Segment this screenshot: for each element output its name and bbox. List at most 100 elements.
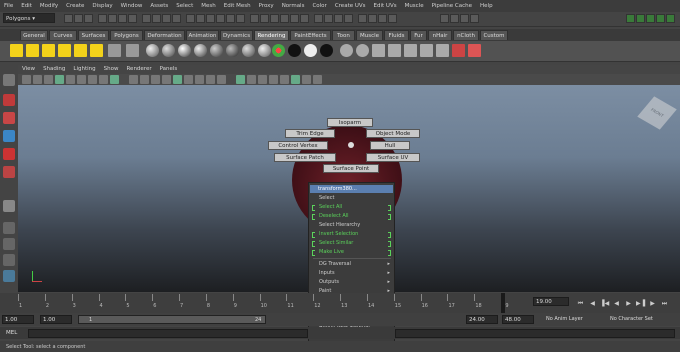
- shader-blinn-icon[interactable]: [146, 44, 159, 57]
- context-item-invert-selection[interactable]: Invert Selection: [319, 231, 358, 237]
- menu-select[interactable]: Select: [172, 0, 197, 9]
- panel-tool-6-icon[interactable]: [88, 75, 97, 84]
- mental-ray-icon[interactable]: [452, 44, 465, 57]
- status-tool-0-icon[interactable]: [64, 14, 73, 23]
- shader-lambert-icon[interactable]: [162, 44, 175, 57]
- menu-pipeline-cache[interactable]: Pipeline Cache: [428, 0, 476, 9]
- current-time-marker[interactable]: [501, 293, 506, 313]
- mm-surface-patch[interactable]: Surface Patch: [274, 153, 336, 162]
- tab-deformation[interactable]: Deformation: [144, 30, 185, 40]
- anim-layer-menu[interactable]: No Anim Layer: [546, 316, 583, 322]
- mm-hull[interactable]: Hull: [370, 141, 410, 150]
- menu-proxy[interactable]: Proxy: [255, 0, 278, 9]
- tab-muscle[interactable]: Muscle: [356, 30, 383, 40]
- start-time-field[interactable]: 1.00: [2, 315, 34, 324]
- status-tool-10-icon[interactable]: [172, 14, 181, 23]
- layout-single-icon[interactable]: [3, 222, 15, 234]
- move-tool-icon[interactable]: [3, 130, 15, 142]
- panel-menu-shading[interactable]: Shading: [39, 65, 69, 72]
- panel-tool-8-icon[interactable]: [110, 75, 119, 84]
- mm-object-mode[interactable]: Object Mode: [366, 129, 420, 138]
- light-point-icon[interactable]: [42, 44, 55, 57]
- mm-surface-point[interactable]: Surface Point: [323, 164, 379, 173]
- panel-tool-17-icon[interactable]: [217, 75, 226, 84]
- status-tool-19-icon[interactable]: [270, 14, 279, 23]
- status-tool-15-icon[interactable]: [226, 14, 235, 23]
- status-tool-27-icon[interactable]: [358, 14, 367, 23]
- lasso-tool-icon[interactable]: [3, 94, 15, 106]
- select-tool-icon[interactable]: [3, 74, 15, 86]
- status-tool-12-icon[interactable]: [196, 14, 205, 23]
- menu-normals[interactable]: Normals: [278, 0, 309, 9]
- tab-ncloth[interactable]: nCloth: [453, 30, 479, 40]
- batch-render-icon[interactable]: [420, 44, 433, 57]
- shader-use-bg-icon[interactable]: [320, 44, 333, 57]
- ipr-render-icon[interactable]: [356, 44, 369, 57]
- status-tool-6-icon[interactable]: [128, 14, 137, 23]
- context-item-deselect-all[interactable]: Deselect All: [319, 213, 349, 219]
- status-tool-2-icon[interactable]: [84, 14, 93, 23]
- status-tool-11-icon[interactable]: [186, 14, 195, 23]
- status-tool-32-icon[interactable]: [450, 14, 459, 23]
- status-tool-4-icon[interactable]: [108, 14, 117, 23]
- go-to-end-icon[interactable]: ⏭: [660, 299, 669, 308]
- mode-selector[interactable]: Polygons ▾: [3, 13, 55, 23]
- status-tool-39-icon[interactable]: [666, 14, 675, 23]
- range-slider[interactable]: 1 24: [78, 315, 266, 324]
- context-item-select[interactable]: Select: [319, 195, 334, 201]
- tab-nhair[interactable]: nHair: [428, 30, 452, 40]
- context-item-outputs[interactable]: Outputs: [319, 279, 339, 285]
- option-box-right-icon[interactable]: [388, 250, 391, 256]
- tab-surfaces[interactable]: Surfaces: [78, 30, 109, 40]
- panel-tool-16-icon[interactable]: [206, 75, 215, 84]
- panel-tool-24-icon[interactable]: [302, 75, 311, 84]
- mm-isoparm[interactable]: Isoparm: [327, 118, 373, 127]
- render-view-icon[interactable]: [404, 44, 417, 57]
- menu-edit-uvs[interactable]: Edit UVs: [370, 0, 401, 9]
- tab-painteffects[interactable]: PaintEffects: [290, 30, 331, 40]
- panel-tool-4-icon[interactable]: [66, 75, 75, 84]
- panel-tool-0-icon[interactable]: [22, 75, 31, 84]
- status-tool-7-icon[interactable]: [142, 14, 151, 23]
- panel-menu-renderer[interactable]: Renderer: [122, 65, 155, 72]
- status-tool-33-icon[interactable]: [460, 14, 469, 23]
- panel-tool-1-icon[interactable]: [33, 75, 42, 84]
- menu-modify[interactable]: Modify: [36, 0, 62, 9]
- last-tool-icon[interactable]: [3, 200, 15, 212]
- hypershade-icon[interactable]: [388, 44, 401, 57]
- command-input[interactable]: [28, 329, 308, 338]
- panel-tool-5-icon[interactable]: [77, 75, 86, 84]
- status-tool-30-icon[interactable]: [388, 14, 397, 23]
- tab-rendering[interactable]: Rendering: [254, 30, 289, 40]
- paint-select-tool-icon[interactable]: [3, 112, 15, 124]
- viewcube[interactable]: FRONT: [637, 96, 677, 130]
- panel-menu-lighting[interactable]: Lighting: [69, 65, 99, 72]
- playback-start-field[interactable]: 1.00: [40, 315, 72, 324]
- camera-icon[interactable]: [108, 44, 121, 57]
- menu-color[interactable]: Color: [308, 0, 330, 9]
- status-tool-36-icon[interactable]: [636, 14, 645, 23]
- panel-tool-2-icon[interactable]: [44, 75, 53, 84]
- option-box-left-icon[interactable]: [312, 232, 315, 238]
- status-tool-23-icon[interactable]: [314, 14, 323, 23]
- layout-two-icon[interactable]: [3, 254, 15, 266]
- outliner-icon[interactable]: [3, 270, 15, 282]
- play-back-icon[interactable]: ◀: [612, 299, 621, 308]
- context-item-dg-traversal[interactable]: DG Traversal: [319, 261, 351, 267]
- layout-four-icon[interactable]: [3, 238, 15, 250]
- option-box-right-icon[interactable]: [388, 232, 391, 238]
- shader-phonge-icon[interactable]: [194, 44, 207, 57]
- menu-help[interactable]: Help: [476, 0, 497, 9]
- step-back-key-icon[interactable]: ◀: [588, 299, 597, 308]
- status-tool-14-icon[interactable]: [216, 14, 225, 23]
- panel-tool-20-icon[interactable]: [258, 75, 267, 84]
- menu-mesh[interactable]: Mesh: [197, 0, 219, 9]
- mm-control-vertex[interactable]: Control Vertex: [268, 141, 328, 150]
- scale-tool-icon[interactable]: [3, 166, 15, 178]
- status-tool-22-icon[interactable]: [300, 14, 309, 23]
- menu-edit-mesh[interactable]: Edit Mesh: [220, 0, 255, 9]
- status-tool-31-icon[interactable]: [440, 14, 449, 23]
- tab-fluids[interactable]: Fluids: [384, 30, 409, 40]
- status-tool-8-icon[interactable]: [152, 14, 161, 23]
- menu-display[interactable]: Display: [88, 0, 116, 9]
